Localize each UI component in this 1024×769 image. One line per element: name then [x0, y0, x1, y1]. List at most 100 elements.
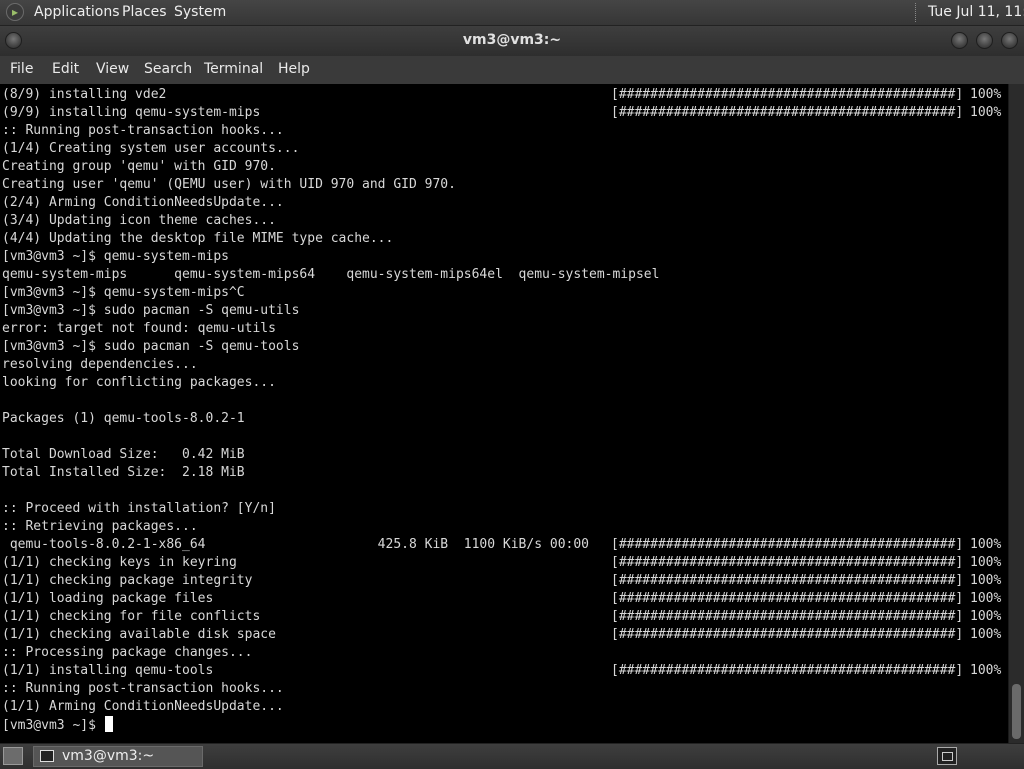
- terminal-line: Total Installed Size: 2.18 MiB: [2, 464, 245, 482]
- terminal-line-text: [vm3@vm3 ~]$ sudo pacman -S qemu-utils: [2, 303, 300, 318]
- terminal-line: (1/1) checking keys in keyring: [2, 554, 237, 572]
- terminal-scrollbar[interactable]: [1008, 84, 1024, 743]
- text-cursor: [104, 716, 113, 732]
- terminal-line-text: (1/1) checking available disk space: [2, 627, 276, 642]
- terminal-line-text: looking for conflicting packages...: [2, 375, 276, 390]
- window-title: vm3@vm3:~: [462, 32, 562, 48]
- terminal-line: (9/9) installing qemu-system-mips: [2, 104, 260, 122]
- terminal-line-text: Creating group 'qemu' with GID 970.: [2, 159, 276, 174]
- menubar: File Edit View Search Terminal Help: [0, 56, 1024, 84]
- close-button[interactable]: [1001, 32, 1018, 49]
- show-desktop-icon[interactable]: [3, 747, 23, 765]
- terminal-line: (1/1) checking package integrity: [2, 572, 252, 590]
- terminal-line: :: Running post-transaction hooks...: [2, 680, 284, 698]
- minimize-button[interactable]: [951, 32, 968, 49]
- terminal-line-text: :: Running post-transaction hooks...: [2, 681, 284, 696]
- progress-percent: 100%: [970, 573, 1002, 588]
- terminal-line-text: [vm3@vm3 ~]$ sudo pacman -S qemu-tools: [2, 339, 300, 354]
- terminal-line: :: Running post-transaction hooks...: [2, 122, 284, 140]
- shell-prompt: [vm3@vm3 ~]$: [2, 718, 96, 733]
- progress-bar-text: [#######################################…: [611, 537, 964, 552]
- terminal-line: (2/4) Arming ConditionNeedsUpdate...: [2, 194, 284, 212]
- terminal-line: [vm3@vm3 ~]$ sudo pacman -S qemu-tools: [2, 338, 299, 356]
- terminal-line: Creating group 'qemu' with GID 970.: [2, 158, 276, 176]
- terminal-line-text: [vm3@vm3 ~]$ qemu-system-mips: [2, 249, 229, 264]
- menu-system[interactable]: System: [174, 4, 226, 20]
- terminal-line-text: (1/1) checking for file conflicts: [2, 609, 261, 624]
- terminal-line: qemu-system-mips qemu-system-mips64 qemu…: [2, 266, 659, 284]
- terminal-line-text: (4/4) Updating the desktop file MIME typ…: [2, 231, 394, 246]
- menu-applications[interactable]: Applications: [34, 4, 120, 20]
- terminal-line: [vm3@vm3 ~]$ sudo pacman -S qemu-utils: [2, 302, 299, 320]
- progress-bar-text: [#######################################…: [611, 105, 964, 120]
- menu-search[interactable]: Search: [144, 61, 192, 77]
- terminal-line: (1/1) installing qemu-tools: [2, 662, 213, 680]
- panel-separator: [915, 3, 919, 22]
- terminal-line: resolving dependencies...: [2, 356, 198, 374]
- menu-help[interactable]: Help: [278, 61, 310, 77]
- progress-bar-text: [#######################################…: [611, 627, 964, 642]
- terminal-line: :: Retrieving packages...: [2, 518, 198, 536]
- terminal-line: (8/9) installing vde2: [2, 86, 166, 104]
- terminal-line: [vm3@vm3 ~]$ qemu-system-mips: [2, 248, 229, 266]
- terminal-line-text: Packages (1) qemu-tools-8.0.2-1: [2, 411, 245, 426]
- progress-percent: 100%: [970, 555, 1002, 570]
- terminal-line: (1/1) loading package files: [2, 590, 213, 608]
- progress-percent: 100%: [970, 591, 1002, 606]
- terminal-line-text: qemu-system-mips qemu-system-mips64 qemu…: [2, 267, 660, 282]
- menu-view[interactable]: View: [96, 61, 129, 77]
- terminal-output[interactable]: (8/9) installing vde2 [##################…: [0, 84, 1008, 743]
- terminal-line-text: [vm3@vm3 ~]$ qemu-system-mips^C: [2, 285, 245, 300]
- progress-bar-text: [#######################################…: [611, 573, 964, 588]
- menu-edit[interactable]: Edit: [52, 61, 79, 77]
- terminal-line-text: resolving dependencies...: [2, 357, 198, 372]
- workspace-switcher[interactable]: [937, 747, 957, 765]
- terminal-line-text: :: Running post-transaction hooks...: [2, 123, 284, 138]
- terminal-line: :: Proceed with installation? [Y/n]: [2, 500, 276, 518]
- progress-bar-text: [#######################################…: [611, 609, 964, 624]
- scrollbar-thumb[interactable]: [1012, 684, 1021, 739]
- terminal-line-text: (1/1) checking package integrity: [2, 573, 253, 588]
- terminal-line-text: qemu-tools-8.0.2-1-x86_64 425.8 KiB 1100…: [2, 537, 589, 552]
- terminal-line: qemu-tools-8.0.2-1-x86_64 425.8 KiB 1100…: [2, 536, 589, 554]
- terminal-line-text: Total Download Size: 0.42 MiB: [2, 447, 245, 462]
- taskbar-label: vm3@vm3:~: [62, 748, 155, 764]
- terminal-line-text: (3/4) Updating icon theme caches...: [2, 213, 276, 228]
- menu-terminal[interactable]: Terminal: [204, 61, 263, 77]
- maximize-button[interactable]: [976, 32, 993, 49]
- terminal-prompt-line[interactable]: [vm3@vm3 ~]$: [2, 716, 113, 734]
- progress-percent: 100%: [970, 609, 1002, 624]
- progress-percent: 100%: [970, 627, 1002, 642]
- terminal-line: (4/4) Updating the desktop file MIME typ…: [2, 230, 393, 248]
- terminal-line: (3/4) Updating icon theme caches...: [2, 212, 276, 230]
- terminal-icon: [40, 750, 54, 762]
- terminal-line-text: :: Processing package changes...: [2, 645, 253, 660]
- menu-places[interactable]: Places: [122, 4, 167, 20]
- window-titlebar[interactable]: vm3@vm3:~: [0, 26, 1024, 56]
- terminal-line-text: (1/1) checking keys in keyring: [2, 555, 237, 570]
- progress-bar-text: [#######################################…: [611, 555, 964, 570]
- applications-logo-icon[interactable]: ▸: [6, 3, 24, 21]
- clock[interactable]: Tue Jul 11, 11:29: [928, 4, 1024, 20]
- terminal-line: [vm3@vm3 ~]$ qemu-system-mips^C: [2, 284, 245, 302]
- progress-bar-text: [#######################################…: [611, 591, 964, 606]
- menu-file[interactable]: File: [10, 61, 33, 77]
- terminal-line-text: error: target not found: qemu-utils: [2, 321, 276, 336]
- terminal-line-text: (8/9) installing vde2: [2, 87, 167, 102]
- terminal-line-text: (1/1) Arming ConditionNeedsUpdate...: [2, 699, 284, 714]
- terminal-line: (1/4) Creating system user accounts...: [2, 140, 299, 158]
- terminal-line-text: (1/1) loading package files: [2, 591, 214, 606]
- terminal-line: Packages (1) qemu-tools-8.0.2-1: [2, 410, 245, 428]
- top-panel: ▸ Applications Places System Tue Jul 11,…: [0, 0, 1024, 26]
- workspace-window-icon: [942, 752, 953, 761]
- terminal-line-text: (9/9) installing qemu-system-mips: [2, 105, 261, 120]
- terminal-line: Total Download Size: 0.42 MiB: [2, 446, 245, 464]
- taskbar-button-terminal[interactable]: vm3@vm3:~: [33, 746, 203, 767]
- progress-percent: 100%: [970, 537, 1002, 552]
- terminal-line-text: :: Proceed with installation? [Y/n]: [2, 501, 276, 516]
- terminal-line-text: Total Installed Size: 2.18 MiB: [2, 465, 245, 480]
- progress-bar-text: [#######################################…: [611, 663, 964, 678]
- progress-percent: 100%: [970, 87, 1002, 102]
- terminal-line: (1/1) Arming ConditionNeedsUpdate...: [2, 698, 284, 716]
- progress-percent: 100%: [970, 663, 1002, 678]
